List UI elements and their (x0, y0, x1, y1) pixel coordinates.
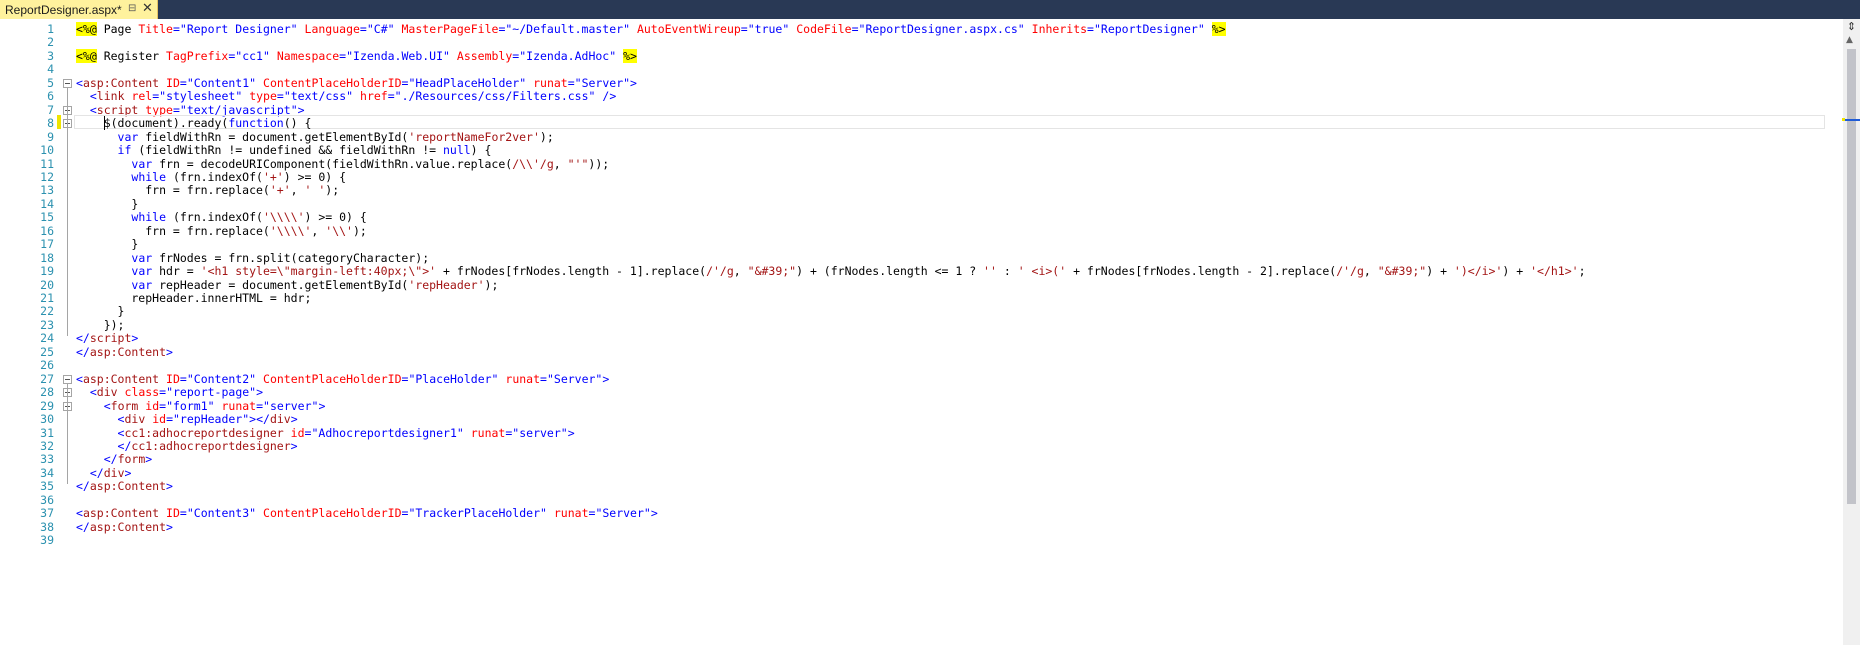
close-icon[interactable]: ✕ (142, 1, 153, 16)
unsaved-change-marker (57, 115, 61, 130)
document-tab-strip: ReportDesigner.aspx* ⊟ ✕ (0, 0, 1860, 19)
pin-icon[interactable]: ⊟ (128, 3, 136, 14)
change-marker (1842, 118, 1845, 121)
caret-position-marker (1843, 119, 1860, 121)
tab-title: ReportDesigner.aspx* (5, 2, 122, 17)
scroll-up-icon[interactable]: ▲ (1846, 35, 1853, 45)
split-view-icon[interactable]: ⇕ (1845, 21, 1858, 32)
code-editor[interactable]: 1 <%@ Page Title="Report Designer" Langua… (0, 19, 1860, 645)
line-number: 39 (40, 533, 54, 548)
fold-guide-line (67, 409, 68, 458)
scrollbar-thumb[interactable] (1847, 49, 1856, 504)
current-line-highlight (74, 115, 1825, 130)
fold-guide-line (67, 127, 68, 310)
tab-reportdesigner-aspx[interactable]: ReportDesigner.aspx* ⊟ ✕ (0, 0, 158, 19)
code-line[interactable]: 39 (0, 532, 1842, 548)
vertical-scrollbar[interactable]: ⇕ ▲ (1843, 19, 1860, 645)
